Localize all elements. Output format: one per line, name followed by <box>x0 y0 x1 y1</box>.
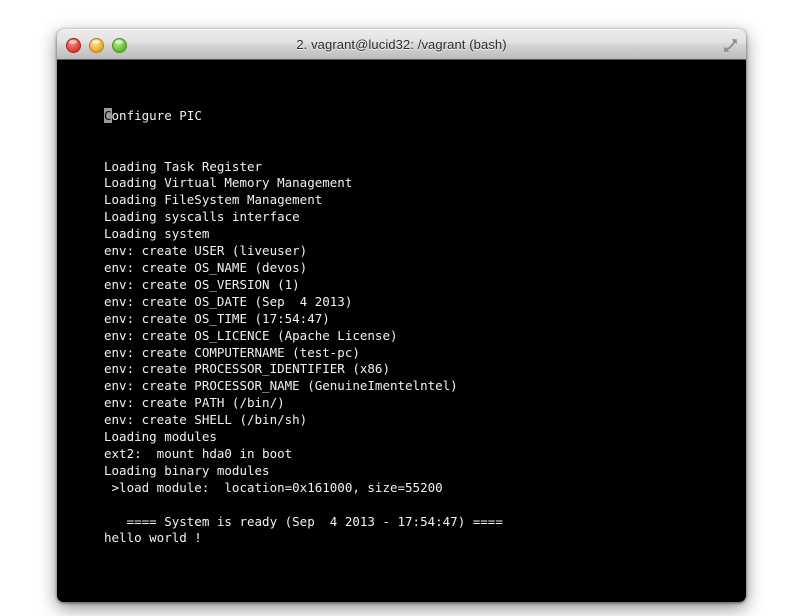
terminal-line: hello world ! <box>104 530 202 546</box>
terminal-line: env: create OS_DATE (Sep 4 2013) <box>104 293 353 309</box>
terminal-line: Loading syscalls interface <box>104 209 300 225</box>
terminal-window: 2. vagrant@lucid32: /vagrant (bash) Conf… <box>57 29 746 602</box>
terminal-line: Loading binary modules <box>104 462 270 478</box>
window-title-bar[interactable]: 2. vagrant@lucid32: /vagrant (bash) <box>57 29 746 60</box>
terminal-line: Loading system <box>104 226 210 242</box>
terminal-line: ==== System is ready (Sep 4 2013 - 17:54… <box>104 513 503 529</box>
terminal-line: ext2: mount hda0 in boot <box>104 445 293 461</box>
terminal-line: env: create USER (liveuser) <box>104 243 308 259</box>
terminal-line-text: onfigure PIC <box>111 107 202 123</box>
close-button[interactable] <box>66 37 81 53</box>
terminal-line: env: create OS_NAME (devos) <box>104 259 308 275</box>
minimize-button[interactable] <box>89 37 104 53</box>
terminal-line: Loading Task Register <box>104 158 263 174</box>
terminal-line: Loading Virtual Memory Management <box>104 175 353 191</box>
terminal-output: Configure PIC Loading Task Register Loadi… <box>104 74 746 547</box>
screen: 2. vagrant@lucid32: /vagrant (bash) Conf… <box>0 0 789 616</box>
terminal-line-cursor: Configure PIC <box>104 107 746 125</box>
terminal-line: env: create OS_TIME (17:54:47) <box>104 310 330 326</box>
terminal-line: Loading FileSystem Management <box>104 192 323 208</box>
terminal-line: env: create COMPUTERNAME (test-pc) <box>104 344 360 360</box>
terminal-line: >load module: location=0x161000, size=55… <box>104 479 443 495</box>
terminal-line: env: create PATH (/bin/) <box>104 395 285 411</box>
terminal-line: env: create OS_LICENCE (Apache License) <box>104 327 398 343</box>
terminal-line: env: create PROCESSOR_NAME (GenuineIment… <box>104 378 458 394</box>
expand-arrows-icon <box>724 39 737 52</box>
terminal-cursor: C <box>104 107 112 123</box>
terminal-line: env: create OS_VERSION (1) <box>104 276 300 292</box>
zoom-button[interactable] <box>112 37 127 53</box>
terminal-body[interactable]: Configure PIC Loading Task Register Loadi… <box>57 60 746 602</box>
fullscreen-icon[interactable] <box>722 37 739 54</box>
terminal-line: env: create SHELL (/bin/sh) <box>104 412 308 428</box>
window-title: 2. vagrant@lucid32: /vagrant (bash) <box>296 37 507 52</box>
terminal-line: env: create PROCESSOR_IDENTIFIER (x86) <box>104 361 390 377</box>
terminal-line: Loading modules <box>104 429 217 445</box>
window-controls <box>66 30 127 60</box>
